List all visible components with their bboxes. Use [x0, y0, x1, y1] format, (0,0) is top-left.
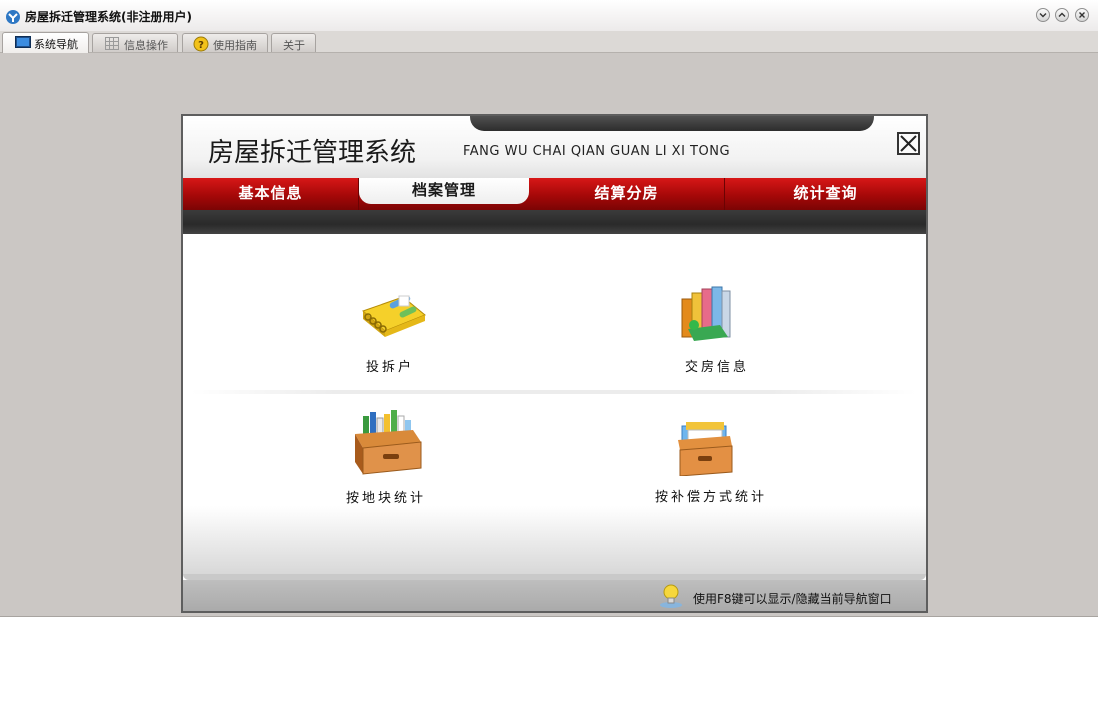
tab-system-navigation[interactable]: 系统导航: [2, 32, 89, 53]
nav-item-house-handover[interactable]: 交房信息: [653, 286, 773, 379]
tab-about[interactable]: 关于: [271, 33, 316, 52]
window-title: 房屋拆迁管理系统(非注册用户): [25, 10, 192, 24]
panel-close-button[interactable]: [897, 132, 920, 155]
panel-dark-band: [183, 210, 926, 234]
chevron-down-icon: [1039, 13, 1047, 18]
close-button[interactable]: [1075, 8, 1089, 22]
lightbulb-icon: [658, 583, 684, 611]
menu-settlement-housing[interactable]: 结算分房: [529, 178, 725, 210]
tab-label: 关于: [283, 39, 305, 52]
panel-title: 房屋拆迁管理系统: [208, 138, 417, 168]
panel-footer: 使用F8键可以显示/隐藏当前导航窗口: [183, 580, 926, 611]
notebook-icon: [355, 289, 427, 343]
books-icon: [680, 285, 734, 345]
nav-item-label: 投拆户: [366, 360, 415, 375]
title-bar: 房屋拆迁管理系统(非注册用户): [0, 0, 1098, 32]
maximize-button[interactable]: [1055, 8, 1069, 22]
navigation-panel: 房屋拆迁管理系统 FANG WU CHAI QIAN GUAN LI XI TO…: [181, 114, 928, 613]
help-icon: ?: [193, 36, 209, 55]
chevron-up-icon: [1058, 12, 1066, 17]
nav-item-label: 按补偿方式统计: [655, 490, 768, 505]
tab-info-operation[interactable]: 信息操作: [92, 33, 178, 52]
minimize-button[interactable]: [1036, 8, 1050, 22]
footer-hint: 使用F8键可以显示/隐藏当前导航窗口: [693, 592, 892, 606]
content-divider: [191, 390, 916, 394]
grid-icon: [105, 37, 119, 53]
panel-content: 投拆户 交房信息 按地块统计 按补偿方式统计: [183, 234, 926, 574]
svg-text:?: ?: [198, 40, 204, 51]
folder-box-icon: [676, 422, 734, 480]
tab-strip: 系统导航 信息操作 ? 使用指南 关于: [0, 31, 1098, 53]
menu-statistics-query[interactable]: 统计查询: [725, 178, 926, 210]
app-logo-icon: [5, 9, 21, 25]
app-window: 房屋拆迁管理系统(非注册用户) 系统导航 信息操作 ? 使用指南 关于 房屋拆迁…: [0, 0, 1098, 617]
nav-item-by-compensation-statistics[interactable]: 按补偿方式统计: [643, 408, 793, 505]
menu-archive-management[interactable]: 档案管理: [359, 178, 529, 204]
panel-subtitle: FANG WU CHAI QIAN GUAN LI XI TONG: [463, 144, 731, 159]
tab-label: 使用指南: [213, 39, 257, 52]
nav-item-label: 交房信息: [685, 360, 750, 375]
tab-user-guide[interactable]: ? 使用指南: [182, 33, 268, 52]
tab-label: 系统导航: [34, 38, 78, 51]
tab-label: 信息操作: [124, 39, 168, 52]
menu-basic-info[interactable]: 基本信息: [183, 178, 359, 210]
close-icon: [1079, 12, 1085, 18]
panel-top-handle: [470, 116, 874, 131]
nav-item-by-plot-statistics[interactable]: 按地块统计: [333, 408, 473, 506]
nav-item-relocation-households[interactable]: 投拆户: [333, 289, 453, 379]
monitor-icon: [15, 36, 31, 52]
close-icon: [900, 135, 917, 152]
panel-menu-bar: 基本信息 档案管理 结算分房 统计查询: [183, 178, 926, 210]
panel-header: 房屋拆迁管理系统 FANG WU CHAI QIAN GUAN LI XI TO…: [183, 116, 926, 178]
file-box-icon: [353, 410, 423, 480]
nav-item-label: 按地块统计: [346, 491, 427, 506]
